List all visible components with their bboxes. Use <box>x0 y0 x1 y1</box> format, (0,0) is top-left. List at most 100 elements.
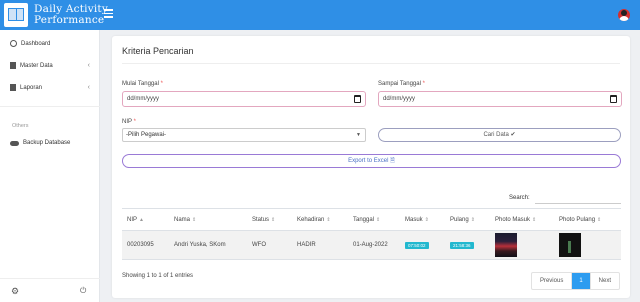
check-icon: ✔ <box>510 132 516 138</box>
sort-icon: ⇕ <box>271 216 276 223</box>
document-icon <box>10 62 16 69</box>
end-date-label-text: Sampai Tanggal <box>378 81 421 87</box>
page-title: Kriteria Pencarian <box>122 46 194 56</box>
sidebar-item-label: Master Data <box>20 62 53 69</box>
start-date-input[interactable]: dd/mm/yyyy <box>122 91 366 107</box>
sort-icon: ⇕ <box>192 216 197 223</box>
cell-pulang: 21:58:36 <box>445 230 490 260</box>
end-date-input[interactable]: dd/mm/yyyy <box>378 91 622 107</box>
sort-icon: ⇕ <box>326 216 331 223</box>
photo-pulang-thumbnail[interactable] <box>559 233 581 257</box>
required-mark: * <box>160 81 163 87</box>
divider <box>122 63 620 64</box>
column-header-status[interactable]: Status ⇕ <box>247 208 292 231</box>
column-header-nama[interactable]: Nama ⇕ <box>169 208 247 231</box>
column-label: Tanggal <box>353 216 375 223</box>
nip-label: NIP * <box>122 119 136 125</box>
column-header-photo-masuk[interactable]: Photo Masuk ⇕ <box>490 208 554 231</box>
cell-status: WFO <box>247 230 292 260</box>
column-header-nip[interactable]: NIP ▲ <box>122 208 169 231</box>
required-mark: * <box>422 81 425 87</box>
user-avatar[interactable] <box>618 9 630 21</box>
power-icon[interactable]: ⏻ <box>80 286 86 296</box>
end-date-label: Sampai Tanggal * <box>378 81 425 87</box>
column-label: Photo Pulang <box>559 216 596 223</box>
app-title: Daily Activity Performance <box>34 4 108 26</box>
sidebar-item-label: Backup Database <box>23 140 71 146</box>
table-search-input[interactable] <box>535 192 621 204</box>
employee-select[interactable]: -Pilih Pegawai- ▼ <box>122 128 366 142</box>
sort-icon: ⇕ <box>424 216 429 223</box>
start-date-value: dd/mm/yyyy <box>127 96 160 102</box>
sort-icon: ⇕ <box>597 216 602 223</box>
column-label: Photo Masuk <box>495 216 531 223</box>
end-date-value: dd/mm/yyyy <box>383 96 416 102</box>
document-icon <box>10 84 16 91</box>
column-label: Masuk <box>405 216 423 223</box>
cell-photo-masuk <box>490 230 554 260</box>
page-1-button[interactable]: 1 <box>571 273 591 289</box>
chevron-left-icon: ‹ <box>87 62 90 69</box>
calendar-icon[interactable] <box>354 95 361 103</box>
photo-masuk-thumbnail[interactable] <box>495 233 517 257</box>
column-label: Kehadiran <box>297 216 325 223</box>
cloud-icon <box>10 140 19 146</box>
table-row: 00203095 Andri Yuska, SKom WFO HADIR 01-… <box>122 230 621 260</box>
sidebar-item-dashboard[interactable]: Dashboard <box>10 40 90 47</box>
time-in-badge: 07:50:02 <box>405 241 429 249</box>
export-excel-button[interactable]: Export to Excel 🗎 <box>122 154 621 168</box>
search-data-button[interactable]: Cari Data ✔ <box>378 128 621 142</box>
pagination: Previous 1 Next <box>530 272 620 290</box>
sort-asc-icon: ▲ <box>139 216 144 223</box>
time-out-badge: 21:58:36 <box>450 241 474 249</box>
column-label: Nama <box>174 216 191 223</box>
column-header-tanggal[interactable]: Tanggal ⇕ <box>348 208 400 231</box>
previous-page-button[interactable]: Previous <box>532 273 571 289</box>
required-mark: * <box>133 119 136 125</box>
nip-label-text: NIP <box>122 119 132 125</box>
app-title-line2: Performance <box>34 14 105 26</box>
export-excel-label: Export to Excel <box>348 158 389 164</box>
menu-toggle-icon[interactable] <box>104 9 113 20</box>
sort-icon: ⇕ <box>470 216 475 223</box>
cell-masuk: 07:50:02 <box>400 230 445 260</box>
sort-icon: ⇕ <box>376 216 381 223</box>
cell-tanggal: 01-Aug-2022 <box>348 230 400 260</box>
column-header-kehadiran[interactable]: Kehadiran ⇕ <box>292 208 348 231</box>
column-label: NIP <box>127 216 138 223</box>
caret-down-icon: ▼ <box>356 132 361 138</box>
table-info: Showing 1 to 1 of 1 entries <box>122 273 194 279</box>
sidebar-section-heading: Others <box>12 123 29 129</box>
column-header-pulang[interactable]: Pulang ⇕ <box>445 208 490 231</box>
excel-file-icon: 🗎 <box>390 158 395 164</box>
calendar-icon[interactable] <box>610 95 617 103</box>
brand[interactable]: Daily Activity Performance <box>4 3 108 27</box>
sort-icon: ⇕ <box>532 216 537 223</box>
top-navbar: Daily Activity Performance <box>0 0 640 30</box>
sidebar-divider <box>0 106 100 107</box>
cell-kehadiran: HADIR <box>292 230 348 260</box>
sidebar-footer: ⚙ ⏻ <box>0 278 100 302</box>
chevron-left-icon: ‹ <box>87 84 90 91</box>
search-criteria-card: Kriteria Pencarian Mulai Tanggal * dd/mm… <box>112 36 630 298</box>
sidebar-item-master-data[interactable]: Master Data ‹ <box>10 62 90 69</box>
sidebar: Dashboard Master Data ‹ Laporan ‹ Others… <box>0 30 100 302</box>
column-label: Pulang <box>450 216 469 223</box>
dashboard-icon <box>10 40 17 47</box>
start-date-label-text: Mulai Tanggal <box>122 81 159 87</box>
sidebar-item-label: Laporan <box>20 84 43 91</box>
next-page-button[interactable]: Next <box>591 273 619 289</box>
gear-icon[interactable]: ⚙ <box>11 286 19 297</box>
sidebar-item-laporan[interactable]: Laporan ‹ <box>10 84 90 91</box>
column-header-masuk[interactable]: Masuk ⇕ <box>400 208 445 231</box>
cell-photo-pulang <box>554 230 621 260</box>
sidebar-item-label: Dashboard <box>21 40 51 47</box>
column-header-photo-pulang[interactable]: Photo Pulang ⇕ <box>554 208 621 231</box>
column-label: Status <box>252 216 270 223</box>
app-logo <box>4 3 28 27</box>
cell-nama: Andri Yuska, SKom <box>169 230 247 260</box>
sidebar-item-backup-database[interactable]: Backup Database <box>10 140 90 146</box>
table-search-label: Search: <box>509 195 530 201</box>
employee-select-value: -Pilih Pegawai- <box>126 132 167 138</box>
start-date-label: Mulai Tanggal * <box>122 81 163 87</box>
